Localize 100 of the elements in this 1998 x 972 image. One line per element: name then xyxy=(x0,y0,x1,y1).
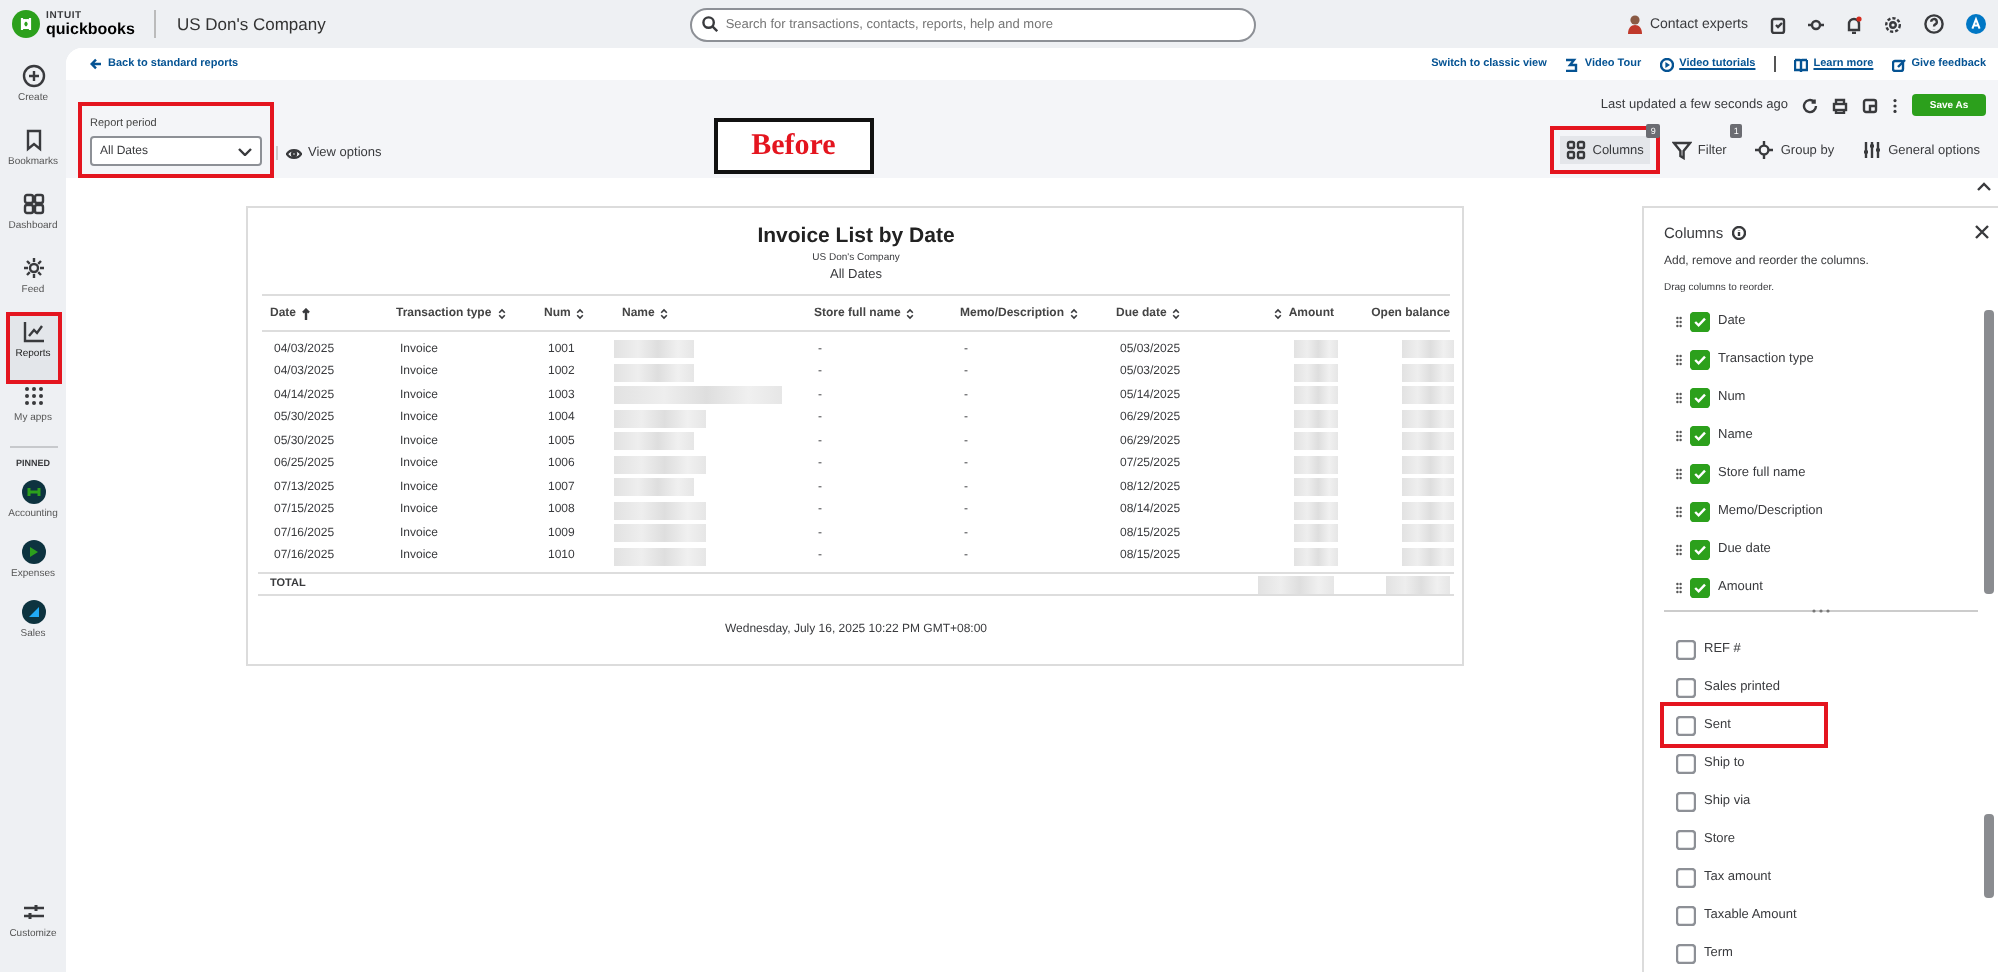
blurred-value xyxy=(614,478,694,497)
report-title: Invoice List by Date xyxy=(757,224,955,248)
drag-handle-icon xyxy=(1676,315,1682,327)
columns-icon xyxy=(1566,140,1587,160)
checkbox[interactable] xyxy=(1690,539,1710,559)
drag-handle-icon xyxy=(1676,429,1682,441)
blurred-value xyxy=(1294,547,1338,566)
play-circle-icon xyxy=(1659,57,1674,72)
blurred-value xyxy=(1402,340,1454,359)
print-icon[interactable] xyxy=(1832,97,1848,113)
blurred-value xyxy=(1294,432,1338,451)
checkbox[interactable] xyxy=(1676,943,1696,963)
clipboard-icon[interactable] xyxy=(1770,15,1786,33)
filter-icon xyxy=(1671,140,1692,160)
chart-icon xyxy=(21,320,45,344)
video-tour-icon xyxy=(1564,57,1579,72)
chevron-down-icon xyxy=(238,147,252,155)
app-badge-icon xyxy=(21,600,45,624)
avatar-icon[interactable] xyxy=(1966,14,1986,34)
blurred-value xyxy=(614,501,706,520)
blurred-value xyxy=(1294,455,1338,474)
resize-handle-icon xyxy=(1812,608,1830,614)
app-badge-icon xyxy=(21,540,45,564)
blurred-value xyxy=(614,432,694,451)
checkbox[interactable] xyxy=(1676,905,1696,925)
person-icon xyxy=(1627,14,1642,34)
blurred-value xyxy=(1294,478,1338,497)
arrow-left-icon xyxy=(90,58,102,71)
sliders-icon xyxy=(1862,140,1883,160)
checkbox[interactable] xyxy=(1690,349,1710,369)
checkbox[interactable] xyxy=(1690,501,1710,521)
drag-handle-icon xyxy=(1676,391,1682,403)
blurred-value xyxy=(1402,524,1454,543)
refresh-icon[interactable] xyxy=(1802,97,1818,113)
blurred-value xyxy=(1294,386,1338,405)
blurred-value xyxy=(1402,363,1454,382)
blurred-value xyxy=(1294,524,1338,543)
blurred-value xyxy=(1294,363,1338,382)
blurred-value xyxy=(1294,340,1338,359)
sort-icon xyxy=(1070,307,1079,319)
checkbox[interactable] xyxy=(1690,425,1710,445)
export-icon[interactable] xyxy=(1862,97,1878,113)
blurred-value xyxy=(1402,547,1454,566)
blurred-value xyxy=(1402,409,1454,428)
blurred-value xyxy=(1386,575,1450,593)
blurred-value xyxy=(1294,409,1338,428)
checkbox[interactable] xyxy=(1676,715,1696,735)
checkbox[interactable] xyxy=(1676,677,1696,697)
blurred-value xyxy=(1402,386,1454,405)
dashboard-icon xyxy=(21,192,45,216)
drag-handle-icon xyxy=(1676,543,1682,555)
sort-icon xyxy=(1274,307,1283,319)
sun-icon xyxy=(21,256,45,280)
blurred-value xyxy=(1402,432,1454,451)
sort-icon xyxy=(660,307,669,319)
checkbox[interactable] xyxy=(1676,791,1696,811)
help-icon[interactable] xyxy=(1924,14,1944,34)
checkbox[interactable] xyxy=(1690,463,1710,483)
brand-name: quickbooks xyxy=(46,21,135,37)
checkbox[interactable] xyxy=(1690,387,1710,407)
apps-grid-icon xyxy=(21,384,45,408)
checkbox[interactable] xyxy=(1676,829,1696,849)
blurred-value xyxy=(614,524,706,543)
drag-handle-icon xyxy=(1676,505,1682,517)
blurred-value xyxy=(1402,501,1454,520)
blurred-value xyxy=(614,409,706,428)
feedback-icon xyxy=(1891,57,1906,72)
bell-icon[interactable] xyxy=(1846,15,1862,33)
drag-handle-icon xyxy=(1676,467,1682,479)
blurred-value xyxy=(1258,575,1334,593)
checkbox[interactable] xyxy=(1690,311,1710,331)
checkbox[interactable] xyxy=(1690,577,1710,597)
sliders-icon xyxy=(21,900,45,924)
search-icon xyxy=(701,16,718,32)
blurred-value xyxy=(614,547,706,566)
blurred-value xyxy=(1402,455,1454,474)
info-icon xyxy=(1731,226,1746,240)
book-icon xyxy=(1793,57,1808,72)
annotation-label: Before xyxy=(713,118,874,174)
more-icon[interactable] xyxy=(1892,97,1898,113)
blurred-value xyxy=(1402,478,1454,497)
chevron-up-icon[interactable] xyxy=(1976,180,1992,192)
close-icon[interactable] xyxy=(1974,224,1990,240)
blurred-value xyxy=(1294,501,1338,520)
eye-icon xyxy=(286,147,302,159)
company-name: US Don's Company xyxy=(176,14,326,34)
sort-up-icon xyxy=(302,307,311,319)
blurred-value xyxy=(614,455,706,474)
logo-icon xyxy=(12,10,40,38)
checkbox[interactable] xyxy=(1676,867,1696,887)
create-icon xyxy=(21,64,45,88)
checkbox[interactable] xyxy=(1676,639,1696,659)
drag-handle-icon xyxy=(1676,581,1682,593)
checkbox[interactable] xyxy=(1676,753,1696,773)
drag-handle-icon xyxy=(1676,353,1682,365)
sort-icon xyxy=(497,307,506,319)
settings-icon[interactable] xyxy=(1884,15,1902,33)
app-badge-icon xyxy=(21,480,45,504)
bookmark-icon xyxy=(21,128,45,152)
sort-icon xyxy=(576,307,585,319)
